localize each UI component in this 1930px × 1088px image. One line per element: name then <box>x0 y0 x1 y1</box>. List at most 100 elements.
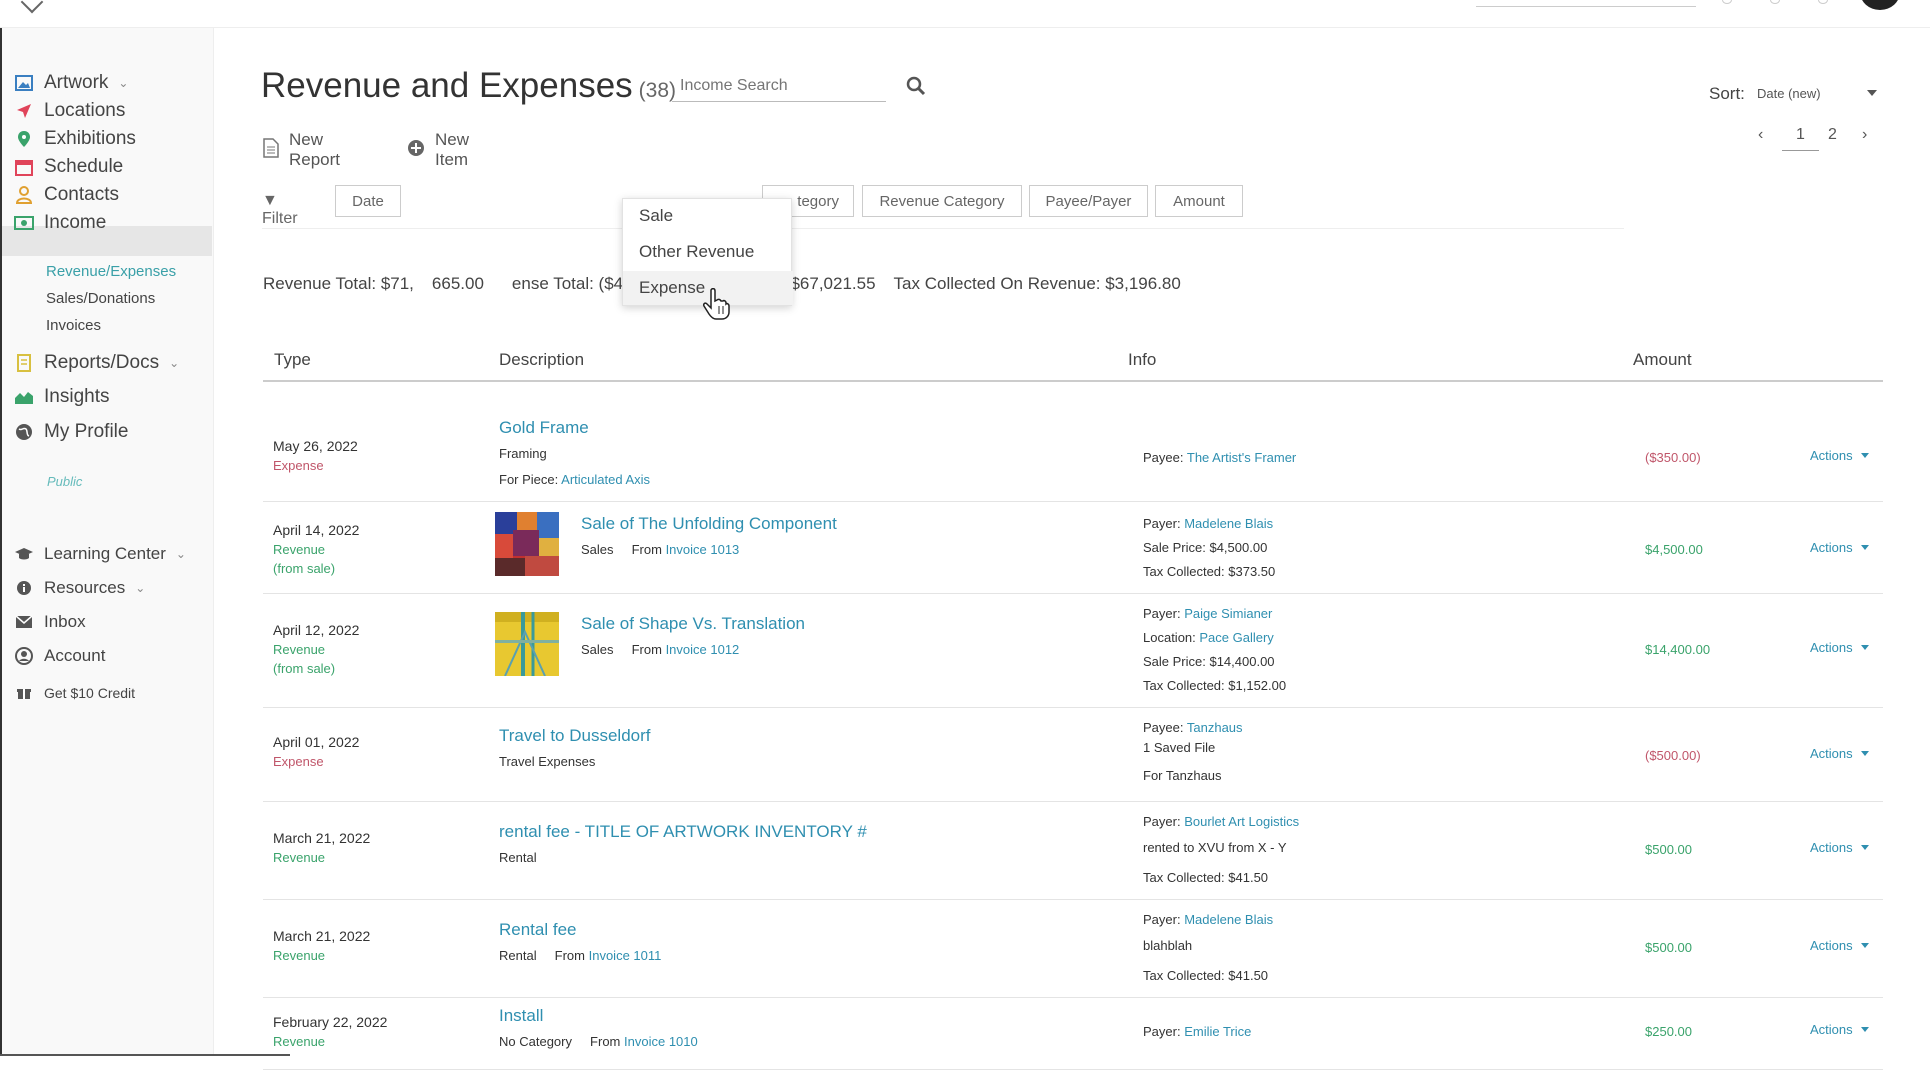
dropdown-option-sale[interactable]: Sale <box>623 199 793 233</box>
row-info-note: For Tanzhaus <box>1143 768 1222 783</box>
column-header-amount[interactable]: Amount <box>1633 350 1692 370</box>
row-date: March 21, 2022 <box>273 928 371 944</box>
payer-link[interactable]: Bourlet Art Logistics <box>1184 814 1299 829</box>
sidebar-item-learning-center[interactable]: Learning Center ⌄ <box>14 539 186 569</box>
row-actions-button[interactable]: Actions <box>1810 540 1869 555</box>
row-category-from: Sales From Invoice 1013 <box>581 542 739 557</box>
profile-public-label: Public <box>47 474 83 489</box>
payer-link[interactable]: Madelene Blais <box>1184 912 1273 927</box>
horizontal-scrollbar[interactable] <box>0 1054 290 1056</box>
actions-label: Actions <box>1810 448 1853 463</box>
sidebar-item-my-profile[interactable]: My Profile <box>14 417 128 447</box>
table-row[interactable]: April 14, 2022 Revenue (from sale) Sale … <box>263 502 1883 594</box>
row-actions-button[interactable]: Actions <box>1810 746 1869 761</box>
search-icon[interactable] <box>906 76 926 96</box>
prev-page-button[interactable]: ‹ <box>1758 126 1763 144</box>
row-title-link[interactable]: Sale of Shape Vs. Translation <box>581 614 805 634</box>
chevron-down-icon[interactable]: ⌄ <box>118 76 128 90</box>
sidebar-item-contacts[interactable]: Contacts <box>14 180 119 210</box>
location-link[interactable]: Pace Gallery <box>1199 630 1273 645</box>
sidebar-item-income[interactable]: Income <box>14 208 106 238</box>
row-actions-button[interactable]: Actions <box>1810 840 1869 855</box>
sidebar-edge <box>0 28 2 1054</box>
filter-payee-payer-button[interactable]: Payee/Payer <box>1029 185 1148 217</box>
table-row[interactable]: February 22, 2022 Revenue Install No Cat… <box>263 998 1883 1070</box>
global-search-input[interactable] <box>1476 6 1696 7</box>
page-title: Revenue and Expenses (38) <box>261 66 676 106</box>
for-piece-link[interactable]: Articulated Axis <box>561 472 650 487</box>
new-report-button[interactable]: New Report <box>263 130 340 170</box>
notification-icon[interactable] <box>1722 0 1732 4</box>
row-actions-button[interactable]: Actions <box>1810 640 1869 655</box>
payee-link[interactable]: The Artist's Framer <box>1187 450 1296 465</box>
row-actions-button[interactable]: Actions <box>1810 938 1869 953</box>
avatar[interactable] <box>1860 0 1900 10</box>
invoice-link[interactable]: Invoice 1011 <box>589 948 662 963</box>
graduation-cap-icon <box>14 544 34 564</box>
row-title-link[interactable]: Rental fee <box>499 920 577 940</box>
row-actions-button[interactable]: Actions <box>1810 448 1869 463</box>
filter-revenue-category-button[interactable]: Revenue Category <box>862 185 1022 217</box>
sidebar-subitem-revenue-expenses[interactable]: Revenue/Expenses <box>46 263 176 280</box>
sidebar-item-schedule[interactable]: Schedule <box>14 152 123 182</box>
money-icon <box>14 213 34 233</box>
chevron-down-icon[interactable]: ⌄ <box>169 356 179 370</box>
row-actions-button[interactable]: Actions <box>1810 1022 1869 1037</box>
next-page-button[interactable]: › <box>1862 126 1867 144</box>
payee-link[interactable]: Tanzhaus <box>1187 720 1243 735</box>
column-header-description[interactable]: Description <box>499 350 584 370</box>
sidebar-item-resources[interactable]: Resources ⌄ <box>14 573 145 603</box>
row-title-link[interactable]: Install <box>499 1006 543 1026</box>
income-search-input[interactable] <box>672 70 886 102</box>
payer-link[interactable]: Emilie Trice <box>1184 1024 1251 1039</box>
artwork-thumbnail[interactable] <box>495 512 559 576</box>
actions-label: Actions <box>1810 938 1853 953</box>
row-amount: $500.00 <box>1645 940 1692 955</box>
sidebar: Artwork ⌄ Locations Exhibitions Schedule… <box>0 28 214 1054</box>
artwork-thumbnail[interactable] <box>495 612 559 677</box>
table-row[interactable]: March 21, 2022 Revenue rental fee - TITL… <box>263 802 1883 900</box>
settings-icon[interactable] <box>1770 0 1780 4</box>
payer-link[interactable]: Paige Simianer <box>1184 606 1272 621</box>
row-title-link[interactable]: Travel to Dusseldorf <box>499 726 650 746</box>
sidebar-subitem-invoices[interactable]: Invoices <box>46 317 101 334</box>
sidebar-item-account[interactable]: Account <box>14 641 105 671</box>
new-item-button[interactable]: New Item <box>407 130 469 170</box>
sidebar-item-inbox[interactable]: Inbox <box>14 607 86 637</box>
sidebar-item-get-credit[interactable]: Get $10 Credit <box>14 678 135 708</box>
chevron-down-icon[interactable]: ⌄ <box>176 547 186 561</box>
help-icon[interactable] <box>1818 0 1828 4</box>
sidebar-subitem-sales-donations[interactable]: Sales/Donations <box>46 290 155 307</box>
invoice-link[interactable]: Invoice 1012 <box>666 642 740 657</box>
column-header-type[interactable]: Type <box>274 350 311 370</box>
column-header-info[interactable]: Info <box>1128 350 1156 370</box>
payer-link[interactable]: Madelene Blais <box>1184 516 1273 531</box>
sidebar-item-exhibitions[interactable]: Exhibitions <box>14 124 136 154</box>
page-2-button[interactable]: 2 <box>1828 126 1837 144</box>
row-title-link[interactable]: Sale of The Unfolding Component <box>581 514 837 534</box>
filter-date-button[interactable]: Date <box>335 185 401 217</box>
row-title-link[interactable]: rental fee - TITLE OF ARTWORK INVENTORY … <box>499 822 867 842</box>
row-title-link[interactable]: Gold Frame <box>499 418 589 438</box>
page-1-button[interactable]: 1 <box>1782 126 1819 151</box>
filter-amount-button[interactable]: Amount <box>1155 185 1243 217</box>
invoice-link[interactable]: Invoice 1013 <box>666 542 740 557</box>
row-amount: $500.00 <box>1645 842 1692 857</box>
sort-label: Sort: <box>1709 84 1745 103</box>
sidebar-item-artwork[interactable]: Artwork ⌄ <box>14 68 128 98</box>
table-row[interactable]: April 01, 2022 Expense Travel to Dusseld… <box>263 708 1883 802</box>
row-type-detail: (from sale) <box>273 561 336 576</box>
sidebar-item-locations[interactable]: Locations <box>14 96 125 126</box>
table-row[interactable]: March 21, 2022 Revenue Rental fee Rental… <box>263 900 1883 998</box>
table-row[interactable]: May 26, 2022 Expense Gold Frame Framing … <box>263 382 1883 502</box>
info-icon <box>14 578 34 598</box>
map-pin-icon <box>14 129 34 149</box>
table-row[interactable]: April 12, 2022 Revenue (from sale) Sale … <box>263 594 1883 708</box>
invoice-link[interactable]: Invoice 1010 <box>624 1034 698 1049</box>
logo-icon[interactable] <box>20 0 44 14</box>
sidebar-item-reports-docs[interactable]: Reports/Docs ⌄ <box>14 348 179 378</box>
chevron-down-icon[interactable]: ⌄ <box>135 581 145 595</box>
sidebar-item-insights[interactable]: Insights <box>14 382 109 412</box>
dropdown-option-other-revenue[interactable]: Other Revenue <box>623 235 793 269</box>
sort-select[interactable]: Date (new) <box>1757 86 1877 101</box>
